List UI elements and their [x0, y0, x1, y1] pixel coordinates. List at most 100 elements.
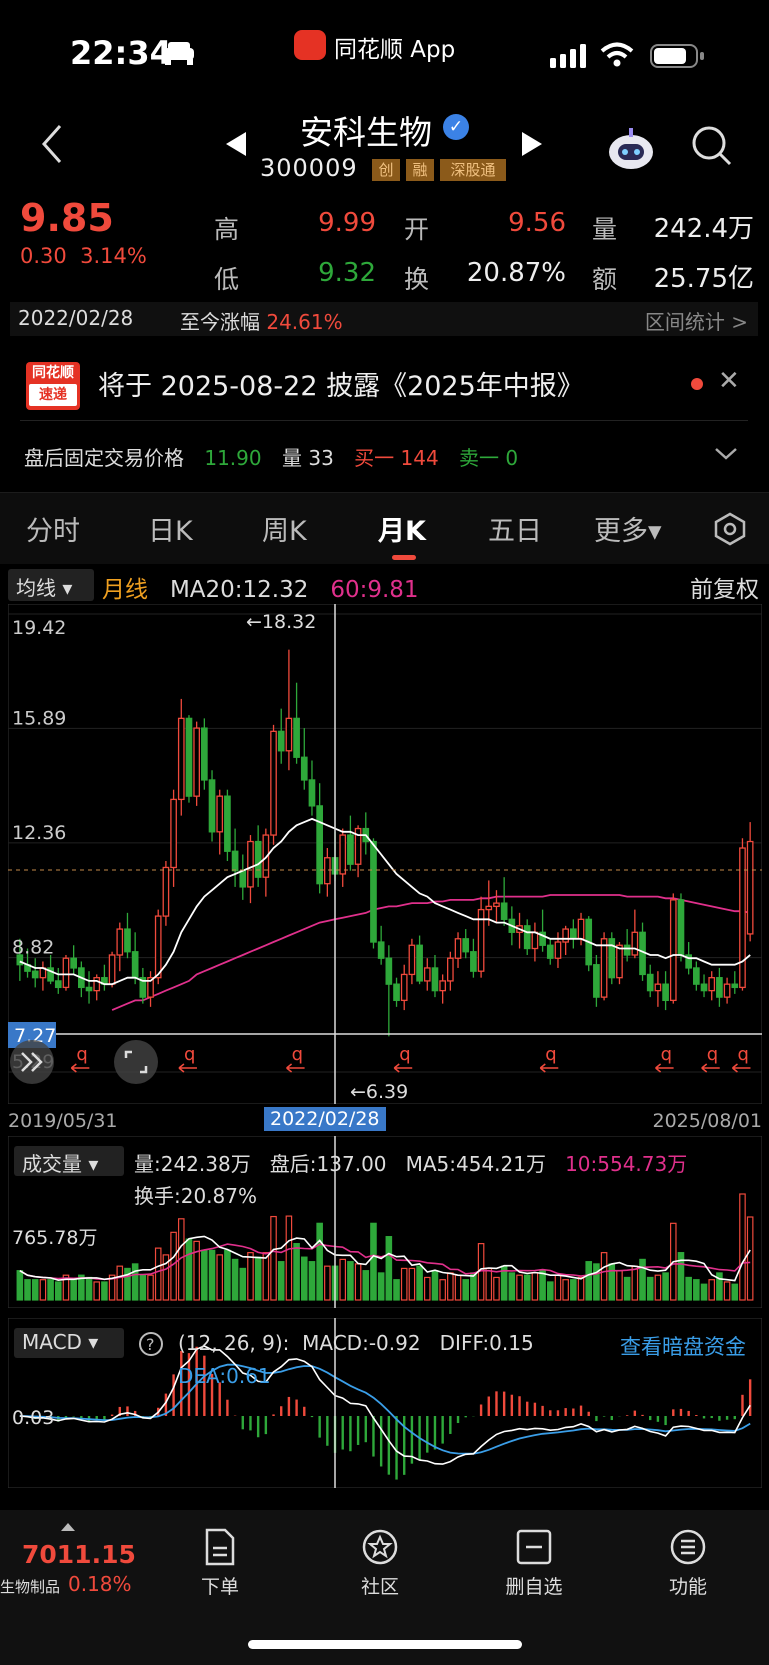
- order-button[interactable]: 下单: [170, 1528, 270, 1599]
- candle-body: [423, 967, 431, 982]
- high-value: 9.99: [318, 208, 376, 238]
- expand-left-icon[interactable]: [10, 1040, 54, 1084]
- candle-body: [693, 967, 700, 985]
- candle-body: [600, 938, 608, 998]
- tab-monthly-k[interactable]: 月K: [378, 509, 426, 548]
- candlestick-chart[interactable]: 19.4215.8912.368.825.29 ←18.32 ←6.39 7.2…: [8, 604, 762, 1104]
- tab-daily-k[interactable]: 日K: [148, 509, 193, 548]
- candle-body: [723, 983, 731, 998]
- next-stock-icon[interactable]: [520, 130, 544, 158]
- fullscreen-icon[interactable]: [114, 1040, 158, 1084]
- news-logo-top: 同花顺: [32, 365, 74, 381]
- volume-bar: [24, 1279, 31, 1301]
- volume-bar: [562, 1279, 569, 1301]
- volume-bar: [693, 1279, 700, 1301]
- tab-more[interactable]: 更多▾: [594, 509, 662, 548]
- adjust-mode[interactable]: 前复权: [690, 570, 759, 604]
- diff-value: DIFF:0.15: [439, 1331, 534, 1355]
- candle-body: [431, 967, 439, 992]
- candle-body: [593, 964, 600, 998]
- chevron-down-icon[interactable]: [714, 446, 738, 462]
- volume-bar: [185, 1238, 193, 1301]
- candle-body: [677, 899, 685, 956]
- triangle-up-icon: [61, 1523, 75, 1531]
- volume-ma10: 10:554.73万: [565, 1152, 688, 1176]
- home-indicator: [248, 1640, 522, 1649]
- change-value: 0.30: [20, 244, 67, 268]
- candle-body: [154, 915, 162, 979]
- candle-body: [308, 779, 316, 807]
- candle-body: [193, 727, 200, 797]
- volume-label: 量: [592, 215, 618, 244]
- candle-body: [454, 938, 462, 959]
- volume-bar: [231, 1258, 239, 1301]
- news-text[interactable]: 将于 2025-08-22 披露《2025年中报》: [98, 364, 584, 403]
- volume-bar: [700, 1283, 708, 1301]
- help-icon[interactable]: ?: [138, 1331, 164, 1357]
- tab-fenshi[interactable]: 分时: [26, 509, 80, 548]
- prev-stock-icon[interactable]: [224, 130, 248, 158]
- candle-body: [654, 983, 662, 992]
- index-value[interactable]: 7011.15: [22, 1540, 136, 1569]
- candle-body: [577, 918, 585, 940]
- candle-body: [254, 840, 262, 878]
- candle-body: [708, 977, 716, 992]
- volume-bar: [523, 1274, 531, 1301]
- settings-hexagon-icon[interactable]: [712, 511, 748, 547]
- volume-bar: [708, 1279, 716, 1301]
- candle-body: [339, 834, 347, 875]
- volume-bar: [93, 1281, 101, 1301]
- candle-body: [562, 928, 569, 943]
- open-value: 9.56: [508, 208, 566, 238]
- function-button[interactable]: 功能: [638, 1528, 738, 1599]
- candle-body: [523, 925, 531, 950]
- candle-body: [54, 980, 62, 989]
- remove-watchlist-button[interactable]: 删自选: [484, 1528, 584, 1599]
- index-name: 生物制品: [0, 1578, 61, 1596]
- tab-weekly-k[interactable]: 周K: [262, 509, 307, 548]
- macd-y-label: 0.03: [12, 1407, 54, 1429]
- assistant-robot-icon[interactable]: [606, 126, 656, 172]
- macd-select[interactable]: MACD ▾: [14, 1328, 124, 1358]
- search-icon[interactable]: [690, 124, 732, 166]
- candle-body: [324, 857, 331, 885]
- order-icon: [205, 1528, 235, 1566]
- event-marker: q: [545, 1044, 556, 1065]
- ma-select[interactable]: 均线 ▾: [8, 569, 94, 601]
- volume-bar: [147, 1274, 154, 1301]
- volume-bar: [608, 1263, 616, 1301]
- candle-body: [277, 730, 285, 752]
- y-tick-label: 8.82: [12, 937, 54, 959]
- volume-select[interactable]: 成交量 ▾: [14, 1146, 124, 1176]
- macd-params: (12, 26, 9):: [178, 1331, 290, 1355]
- candle-body: [439, 980, 446, 992]
- app-logo-icon: [294, 30, 326, 60]
- function-label: 功能: [668, 1576, 707, 1598]
- ah-label: 盘后固定交易价格: [24, 446, 184, 470]
- volume-bar: [70, 1279, 77, 1301]
- close-icon[interactable]: ✕: [718, 366, 740, 396]
- price-change: 0.30 3.14%: [20, 244, 147, 268]
- candle-body: [546, 944, 554, 959]
- volume-bar: [631, 1265, 639, 1301]
- range-date: 2022/02/28: [18, 306, 134, 330]
- range-bar[interactable]: 2022/02/28 至今涨幅 24.61% 区间统计 >: [10, 302, 758, 336]
- tab-five-day[interactable]: 五日: [488, 509, 542, 548]
- candle-body: [616, 944, 623, 979]
- volume-bar: [208, 1249, 216, 1301]
- volume-bar: [485, 1267, 493, 1301]
- y-tick-label: 19.42: [12, 617, 66, 639]
- candle-body: [170, 798, 177, 869]
- back-icon[interactable]: [34, 122, 74, 166]
- min-price-label: ←6.39: [350, 1081, 408, 1103]
- volume-bar: [593, 1263, 600, 1301]
- verified-icon: ✓: [443, 114, 469, 140]
- range-stat-link[interactable]: 区间统计 >: [645, 306, 748, 335]
- candle-body: [108, 954, 116, 985]
- candle-body: [623, 944, 631, 956]
- community-button[interactable]: 社区: [330, 1528, 430, 1599]
- candle-body: [300, 756, 308, 781]
- dark-pool-link[interactable]: 查看暗盘资金: [620, 1331, 746, 1361]
- volume-bar: [101, 1281, 108, 1301]
- volume-bar: [354, 1263, 362, 1301]
